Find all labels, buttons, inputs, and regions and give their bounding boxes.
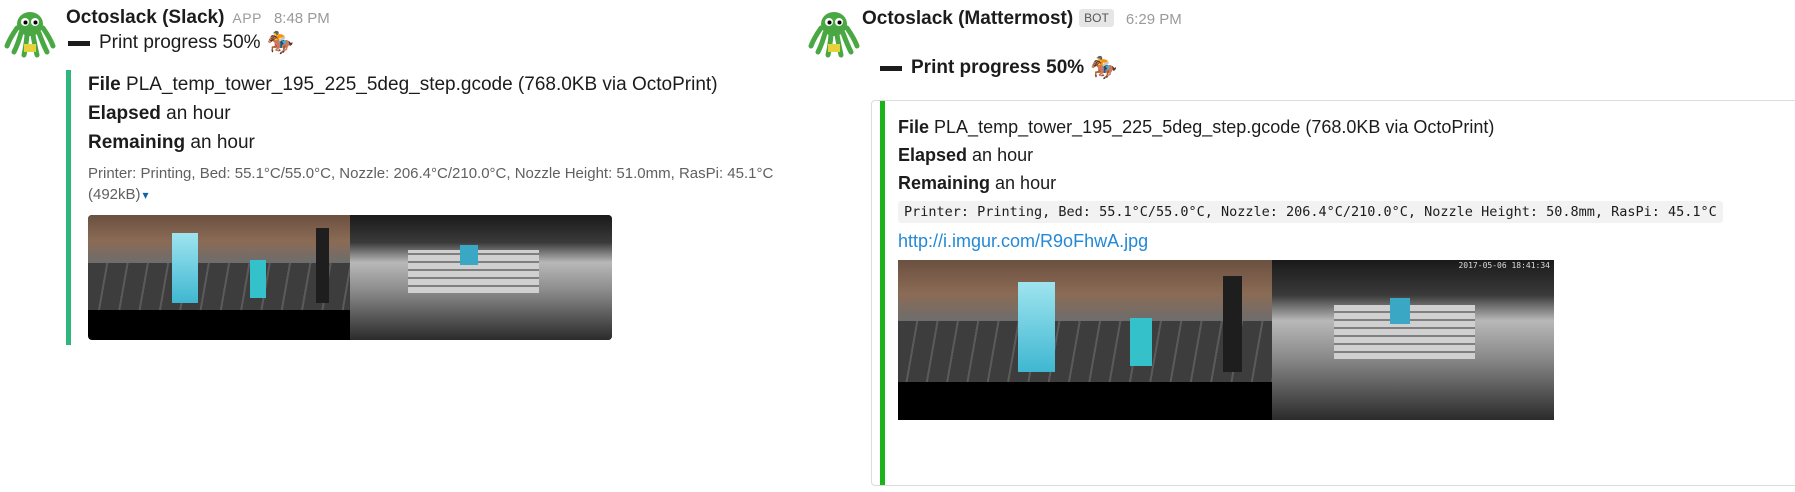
- field-value: an hour: [995, 173, 1057, 193]
- webcam-image-right[interactable]: [350, 215, 612, 340]
- progress-text: Print progress 50%: [99, 32, 261, 53]
- timestamp[interactable]: 8:48 PM: [274, 10, 330, 27]
- field-elapsed: Elapsed an hour: [898, 141, 1723, 169]
- image-link[interactable]: http://i.imgur.com/R9oFhwA.jpg: [898, 231, 1723, 252]
- message-header: Octoslack (Slack) APP 8:48 PM: [66, 7, 330, 29]
- field-label: Elapsed: [898, 145, 968, 165]
- webcam-image-left[interactable]: [88, 215, 350, 340]
- field-value: PLA_temp_tower_195_225_5deg_step.gcode (…: [934, 117, 1495, 137]
- sender-name[interactable]: Octoslack (Slack): [66, 7, 224, 29]
- chevron-down-icon[interactable]: ▾: [143, 188, 149, 202]
- camera-timestamp: 2017-05-06 18:41:34: [1458, 261, 1550, 270]
- field-value: an hour: [166, 103, 231, 124]
- webcam-image[interactable]: 2017-05-06 18:41:34: [898, 260, 1554, 420]
- field-elapsed: Elapsed an hour: [88, 99, 800, 128]
- progress-title: Print progress 50% 🏇: [68, 32, 294, 54]
- octopus-avatar-icon[interactable]: [808, 6, 860, 58]
- field-remaining: Remaining an hour: [88, 128, 800, 157]
- field-label: Elapsed: [88, 103, 161, 124]
- heavy-minus-icon: [68, 40, 90, 46]
- sender-name[interactable]: Octoslack (Mattermost): [862, 8, 1073, 30]
- field-value: an hour: [972, 145, 1034, 165]
- printer-status-code: Printer: Printing, Bed: 55.1°C/55.0°C, N…: [898, 201, 1723, 223]
- field-label: File: [898, 117, 930, 137]
- horse-racing-icon: 🏇: [266, 30, 294, 55]
- field-remaining: Remaining an hour: [898, 169, 1723, 197]
- horse-racing-icon: 🏇: [1090, 55, 1118, 80]
- field-file: File PLA_temp_tower_195_225_5deg_step.gc…: [88, 70, 800, 99]
- field-value: PLA_temp_tower_195_225_5deg_step.gcode (…: [126, 74, 718, 95]
- slack-message: Octoslack (Slack) APP 8:48 PM Print prog…: [0, 0, 800, 492]
- timestamp[interactable]: 6:29 PM: [1126, 11, 1182, 28]
- progress-title: Print progress 50% 🏇: [880, 57, 1118, 79]
- progress-text: Print progress 50%: [911, 57, 1085, 78]
- attachment-footer: Printer: Printing, Bed: 55.1°C/55.0°C, N…: [88, 163, 798, 206]
- field-value: an hour: [190, 132, 255, 153]
- field-label: Remaining: [898, 173, 991, 193]
- attachment-color-bar: [880, 101, 885, 485]
- attachment: File PLA_temp_tower_195_225_5deg_step.gc…: [88, 70, 800, 340]
- printer-status: Printer: Printing, Bed: 55.1°C/55.0°C, N…: [88, 165, 774, 182]
- bot-badge: BOT: [1079, 9, 1114, 27]
- attachment: File PLA_temp_tower_195_225_5deg_step.gc…: [898, 113, 1723, 420]
- attachment-card: File PLA_temp_tower_195_225_5deg_step.gc…: [871, 100, 1795, 486]
- attachment-color-bar: [66, 70, 71, 345]
- webcam-image-right[interactable]: 2017-05-06 18:41:34: [1272, 260, 1554, 420]
- octopus-avatar-icon[interactable]: [4, 6, 56, 58]
- message-header: Octoslack (Mattermost) BOT 6:29 PM: [862, 8, 1182, 30]
- mattermost-message: Octoslack (Mattermost) BOT 6:29 PM Print…: [800, 0, 1795, 492]
- field-label: Remaining: [88, 132, 186, 153]
- image-size: (492kB): [88, 186, 141, 203]
- webcam-image-left[interactable]: [898, 260, 1272, 420]
- field-file: File PLA_temp_tower_195_225_5deg_step.gc…: [898, 113, 1723, 141]
- field-label: File: [88, 74, 121, 95]
- app-badge: APP: [232, 10, 262, 26]
- webcam-image[interactable]: [88, 215, 612, 340]
- heavy-minus-icon: [880, 65, 902, 71]
